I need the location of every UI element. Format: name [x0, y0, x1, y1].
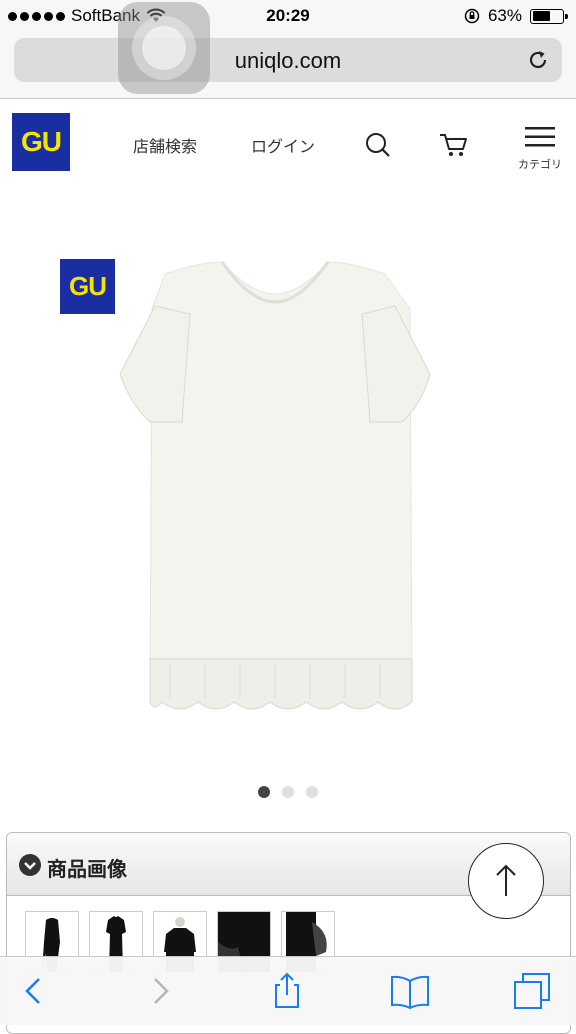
gu-logo[interactable]: GU	[12, 113, 70, 171]
gu-product-badge: GU	[60, 259, 115, 314]
menu-icon[interactable]	[525, 125, 555, 149]
carousel-pagination[interactable]	[0, 786, 576, 798]
battery-icon	[530, 8, 568, 24]
reload-icon[interactable]	[526, 48, 550, 72]
product-images-title: 商品画像	[47, 857, 127, 881]
product-photo-tshirt[interactable]	[110, 254, 440, 724]
url-text[interactable]: uniqlo.com	[14, 48, 562, 74]
status-bar: SoftBank 20:29 63%	[0, 0, 576, 32]
chevron-down-icon	[19, 854, 41, 876]
battery-percent: 63%	[487, 6, 522, 25]
browser-toolbar	[0, 956, 576, 1025]
store-search-link[interactable]: 店舗検索	[133, 133, 197, 157]
carousel-dot[interactable]	[306, 786, 318, 798]
carousel-dot[interactable]	[282, 786, 294, 798]
product-image-carousel[interactable]: GU	[0, 189, 576, 819]
bookmarks-icon[interactable]	[390, 971, 430, 1011]
site-header: GU 店舗検索 ログイン カテゴリ	[0, 99, 576, 189]
cart-icon[interactable]	[438, 131, 470, 159]
scroll-to-top-button[interactable]	[468, 843, 544, 919]
assistive-touch-button[interactable]	[118, 2, 210, 94]
address-bar[interactable]: uniqlo.com	[14, 38, 562, 82]
category-label[interactable]: カテゴリ	[512, 156, 568, 172]
carousel-dot[interactable]	[258, 786, 270, 798]
login-link[interactable]: ログイン	[251, 133, 315, 157]
back-icon[interactable]	[14, 971, 54, 1011]
search-icon[interactable]	[364, 131, 392, 159]
status-right: 63%	[464, 6, 568, 26]
browser-address-area: uniqlo.com	[0, 32, 576, 99]
orientation-lock-icon	[464, 8, 480, 24]
scroll-to-top-icon	[496, 864, 516, 896]
tabs-icon[interactable]	[512, 971, 552, 1011]
battery-level-fill	[532, 11, 551, 21]
share-icon[interactable]	[267, 971, 307, 1011]
forward-icon[interactable]	[140, 971, 180, 1011]
